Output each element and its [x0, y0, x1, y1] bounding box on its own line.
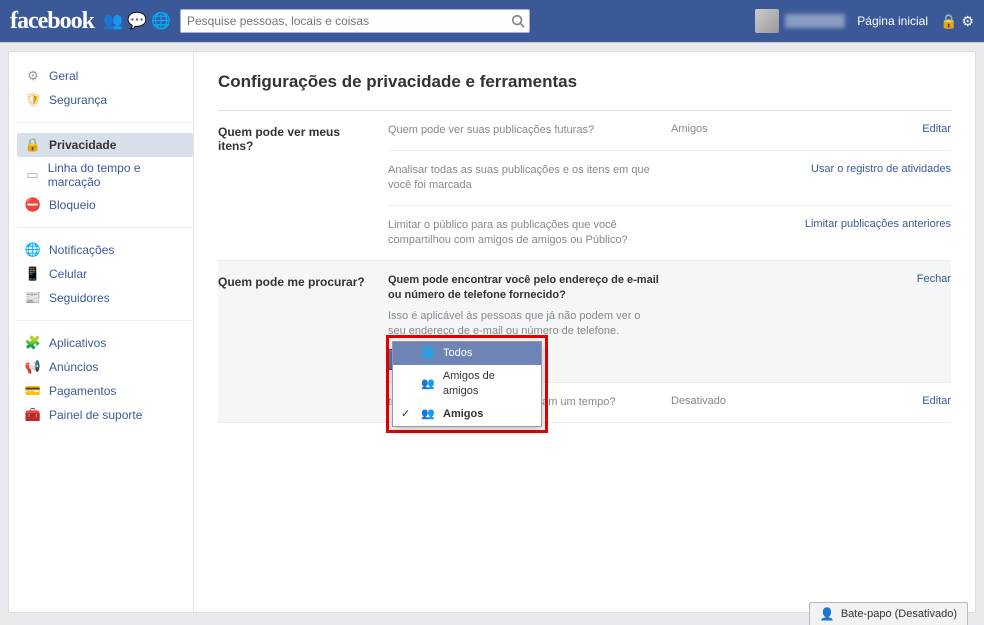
- setting-row-limit-past: Limitar o público para as publicações qu…: [388, 205, 951, 260]
- payments-icon: 💳: [25, 383, 41, 399]
- section-header: Quem pode ver meus itens?: [218, 111, 388, 260]
- row-value: Desativado: [671, 395, 791, 410]
- main: ⚙ Geral 🛡 Segurança 🔒 Privacidade ▭ Linha do…: [9, 52, 975, 612]
- gear-icon: ⚙: [25, 68, 41, 84]
- sidebar-item-label: Bloqueio: [49, 198, 96, 212]
- topbar-right: Página inicial 🔒 ⚙: [755, 9, 974, 33]
- section-who-can-see: Quem pode ver meus itens? Quem pode ver …: [218, 111, 951, 261]
- facebook-logo[interactable]: facebook: [10, 8, 94, 35]
- sidebar-item-label: Linha do tempo e marcação: [48, 161, 185, 189]
- check-icon: ✓: [401, 407, 413, 422]
- sidebar-item-bloqueio[interactable]: ⛔ Bloqueio: [17, 193, 193, 217]
- chat-icon: 👤: [820, 607, 835, 621]
- ads-icon: 📢: [25, 359, 41, 375]
- sidebar-item-geral[interactable]: ⚙ Geral: [17, 64, 193, 88]
- highlight-box: 🌐 Todos 👥 Amigos de amigos: [386, 335, 548, 433]
- audience-dropdown: 🌐 Todos 👥 Amigos de amigos: [392, 341, 542, 427]
- limit-past-link[interactable]: Limitar publicações anteriores: [805, 218, 951, 230]
- sidebar-item-label: Notificações: [49, 243, 114, 257]
- globe-icon: 🌐: [25, 242, 41, 258]
- friend-requests-icon[interactable]: 👥: [102, 10, 124, 32]
- section-who-can-find: Quem pode me procurar? Quem pode encontr…: [218, 261, 951, 423]
- avatar[interactable]: [755, 9, 779, 33]
- phone-icon: 📱: [25, 266, 41, 282]
- dropdown-option-todos[interactable]: 🌐 Todos: [393, 342, 541, 365]
- dropdown-option-amigos-de-amigos[interactable]: 👥 Amigos de amigos: [393, 365, 541, 403]
- friends-icon: 👥: [421, 407, 435, 422]
- friends-of-friends-icon: 👥: [421, 377, 435, 392]
- sidebar-item-label: Pagamentos: [49, 384, 116, 398]
- setting-row-lookup-email-phone: Quem pode encontrar você pelo endereço d…: [388, 261, 951, 382]
- setting-row-future-posts: Quem pode ver suas publicações futuras? …: [388, 111, 951, 150]
- row-value: Amigos: [671, 123, 791, 138]
- sidebar-item-anuncios[interactable]: 📢 Anúncios: [17, 355, 193, 379]
- notifications-icon[interactable]: 🌐: [150, 10, 172, 32]
- edit-link[interactable]: Editar: [922, 395, 951, 407]
- apps-icon: 🧩: [25, 335, 41, 351]
- sidebar-item-label: Geral: [49, 69, 78, 83]
- chat-bar[interactable]: 👤 Bate-papo (Desativado): [809, 602, 968, 625]
- sidebar-item-label: Celular: [49, 267, 87, 281]
- sidebar-item-celular[interactable]: 📱 Celular: [17, 262, 193, 286]
- settings-sidebar: ⚙ Geral 🛡 Segurança 🔒 Privacidade ▭ Linha do…: [9, 52, 194, 612]
- close-link[interactable]: Fechar: [917, 273, 951, 285]
- sidebar-item-suporte[interactable]: 🧰 Painel de suporte: [17, 403, 193, 427]
- sidebar-item-privacidade[interactable]: 🔒 Privacidade: [17, 133, 193, 157]
- block-icon: ⛔: [25, 197, 41, 213]
- row-description: Analisar todas as suas publicações e os …: [388, 163, 671, 193]
- dropdown-option-label: Amigos: [443, 407, 483, 422]
- content: Configurações de privacidade e ferrament…: [194, 52, 975, 612]
- dropdown-option-amigos[interactable]: ✓ 👥 Amigos: [393, 403, 541, 426]
- followers-icon: 📰: [25, 290, 41, 306]
- username[interactable]: [785, 14, 845, 28]
- globe-icon: 🌐: [421, 346, 435, 361]
- support-icon: 🧰: [25, 407, 41, 423]
- dropdown-option-label: Todos: [443, 346, 472, 361]
- sidebar-item-label: Painel de suporte: [49, 408, 142, 422]
- sidebar-item-label: Seguidores: [49, 291, 110, 305]
- timeline-icon: ▭: [25, 167, 40, 183]
- home-link[interactable]: Página inicial: [851, 14, 934, 28]
- row-description: Limitar o público para as publicações qu…: [388, 218, 671, 248]
- settings-gear-icon[interactable]: ⚙: [961, 13, 974, 30]
- sidebar-item-notificacoes[interactable]: 🌐 Notificações: [17, 238, 193, 262]
- sidebar-item-label: Aplicativos: [49, 336, 106, 350]
- sidebar-item-label: Privacidade: [49, 138, 116, 152]
- sidebar-item-seguranca[interactable]: 🛡 Segurança: [17, 88, 193, 112]
- dropdown-option-label: Amigos de amigos: [443, 369, 533, 399]
- shield-icon: 🛡: [25, 92, 41, 108]
- sidebar-item-aplicativos[interactable]: 🧩 Aplicativos: [17, 331, 193, 355]
- edit-link[interactable]: Editar: [922, 123, 951, 135]
- search-icon[interactable]: [509, 12, 527, 30]
- sidebar-item-label: Anúncios: [49, 360, 98, 374]
- activity-log-link[interactable]: Usar o registro de atividades: [811, 163, 951, 175]
- search-input[interactable]: [180, 9, 530, 33]
- row-description: Quem pode ver suas publicações futuras?: [388, 123, 671, 138]
- audience-dropdown-wrap: 🌐 Todos 👥 Amigos de amigos: [386, 335, 548, 433]
- messages-icon[interactable]: 💬: [126, 10, 148, 32]
- section-header: Quem pode me procurar?: [218, 261, 388, 422]
- top-nav-icons: 👥 💬 🌐: [102, 10, 172, 32]
- privacy-shortcuts-icon[interactable]: 🔒: [940, 13, 957, 30]
- sidebar-item-label: Segurança: [49, 93, 107, 107]
- sidebar-item-linha-tempo[interactable]: ▭ Linha do tempo e marcação: [17, 157, 193, 193]
- lock-icon: 🔒: [25, 137, 41, 153]
- search-wrap: [180, 9, 530, 33]
- topbar: facebook 👥 💬 🌐 Página inicial 🔒 ⚙: [0, 0, 984, 42]
- sidebar-item-seguidores[interactable]: 📰 Seguidores: [17, 286, 193, 310]
- setting-row-review-posts: Analisar todas as suas publicações e os …: [388, 150, 951, 205]
- sidebar-item-pagamentos[interactable]: 💳 Pagamentos: [17, 379, 193, 403]
- page-title: Configurações de privacidade e ferrament…: [218, 72, 951, 92]
- chat-label: Bate-papo (Desativado): [841, 608, 957, 620]
- row-description: Quem pode encontrar você pelo endereço d…: [388, 273, 659, 303]
